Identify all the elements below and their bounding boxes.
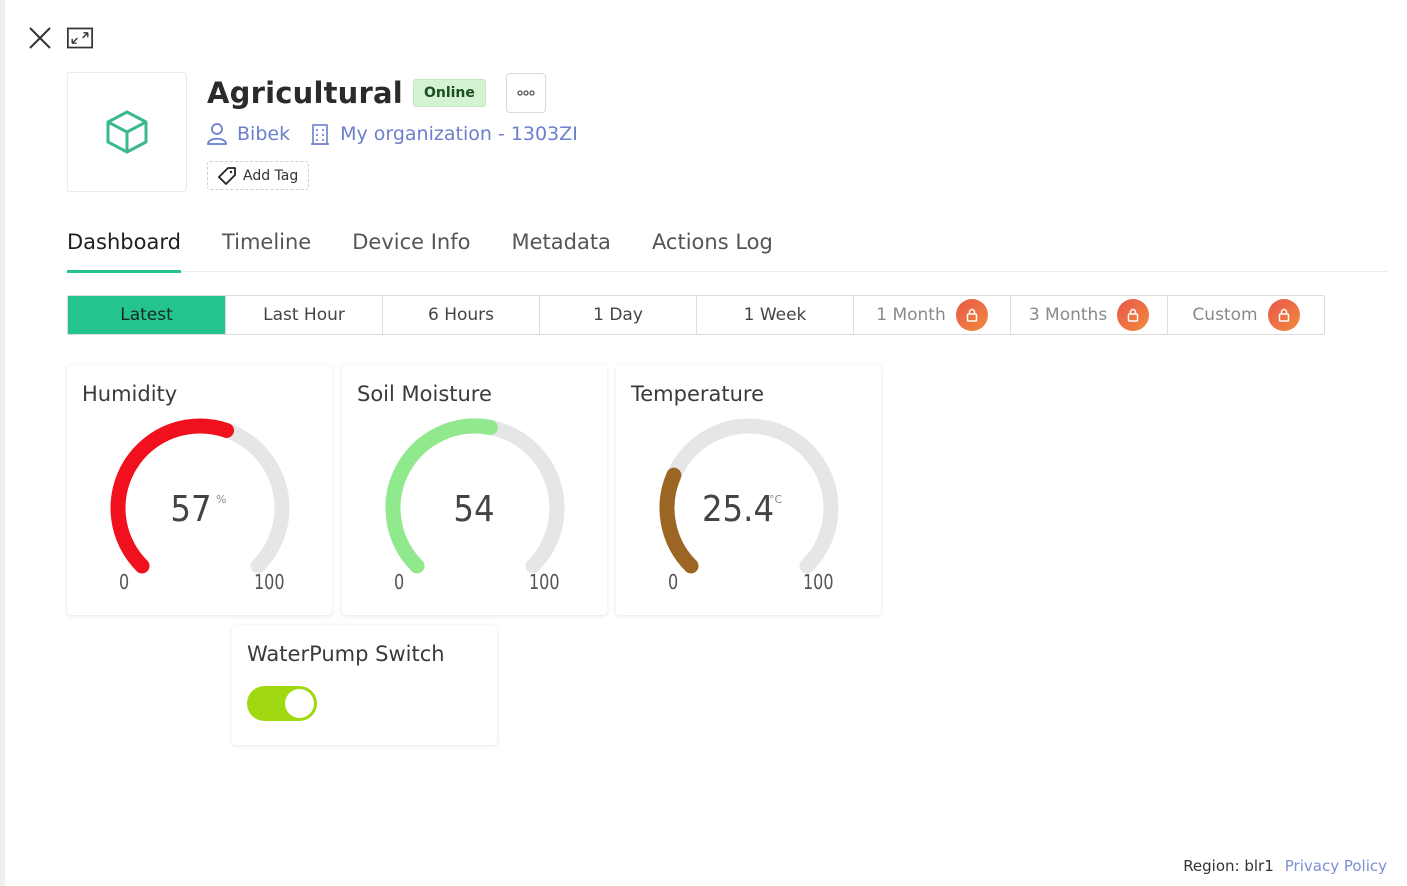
temperature-widget[interactable]: Temperature 25.4 °C 0 100: [616, 365, 881, 615]
gauge: 54: [385, 418, 565, 574]
range-1-month[interactable]: 1 Month: [853, 296, 1010, 334]
tag-icon: [218, 166, 236, 185]
gauge-unit: %: [216, 493, 226, 506]
user-icon: [207, 123, 227, 145]
tab-device-info[interactable]: Device Info: [352, 222, 470, 272]
expand-icon[interactable]: [67, 25, 93, 51]
tab-bar: Dashboard Timeline Device Info Metadata …: [67, 222, 1387, 273]
range-label: 1 Day: [593, 305, 643, 325]
range-3-months[interactable]: 3 Months: [1010, 296, 1167, 334]
lock-icon: [955, 299, 988, 331]
gauge-min: 0: [394, 570, 405, 594]
left-edge: [0, 0, 5, 886]
gauge-min: 0: [668, 570, 679, 594]
range-custom[interactable]: Custom: [1167, 296, 1324, 334]
organization-name: My organization - 1303ZI: [340, 123, 578, 145]
more-options-button[interactable]: [505, 73, 546, 113]
add-tag-button[interactable]: Add Tag: [207, 161, 310, 190]
lock-icon: [1117, 299, 1150, 331]
gauge-value: 54: [453, 489, 494, 530]
widget-title: WaterPump Switch: [247, 642, 445, 666]
gauge-max: 100: [254, 570, 285, 594]
waterpump-toggle[interactable]: [247, 686, 317, 721]
gauge-min: 0: [119, 570, 130, 594]
lock-icon: [1267, 299, 1300, 331]
close-icon[interactable]: [27, 25, 53, 51]
range-1-week[interactable]: 1 Week: [696, 296, 853, 334]
device-header: Agricultural Online: [207, 73, 546, 113]
gauge-value: 25.4: [702, 489, 774, 530]
owner-link[interactable]: Bibek: [207, 123, 290, 145]
gauge-value: 57: [170, 489, 211, 530]
cube-icon: [106, 110, 148, 154]
gauge-unit: °C: [769, 493, 783, 506]
tab-dashboard[interactable]: Dashboard: [67, 222, 181, 273]
range-label: 6 Hours: [427, 305, 495, 325]
toggle-knob: [285, 689, 314, 718]
tab-actions-log[interactable]: Actions Log: [652, 222, 773, 272]
gauge-max: 100: [529, 570, 560, 594]
humidity-widget[interactable]: Humidity 57 % 0 100: [67, 365, 332, 615]
range-latest[interactable]: Latest: [68, 296, 225, 334]
range-label: 1 Week: [743, 305, 807, 325]
device-icon-box: [67, 72, 187, 192]
range-label: Last Hour: [263, 305, 345, 325]
range-label: 3 Months: [1028, 305, 1108, 325]
privacy-policy-link[interactable]: Privacy Policy: [1285, 857, 1387, 875]
region-text: Region: blr1: [1183, 857, 1274, 875]
range-1-day[interactable]: 1 Day: [539, 296, 696, 334]
organization-link[interactable]: My organization - 1303ZI: [310, 123, 578, 145]
building-icon: [311, 124, 330, 145]
tab-metadata[interactable]: Metadata: [511, 222, 610, 272]
more-icon: [517, 90, 535, 96]
time-range-selector: Latest Last Hour 6 Hours 1 Day 1 Week 1 …: [67, 295, 1325, 335]
owner-name: Bibek: [237, 123, 291, 145]
tab-timeline[interactable]: Timeline: [222, 222, 311, 272]
gauge: 25.4 °C: [659, 418, 839, 574]
gauge-max: 100: [803, 570, 834, 594]
waterpump-switch-widget: WaterPump Switch: [232, 625, 497, 745]
soil-moisture-widget[interactable]: Soil Moisture 54 0 100: [342, 365, 607, 615]
gauge: 57 %: [110, 418, 290, 574]
window-controls: [27, 25, 93, 51]
status-badge: Online: [412, 79, 486, 107]
device-meta: Bibek My organization - 1303ZI: [207, 123, 578, 145]
footer: Region: blr1 Privacy Policy: [1183, 857, 1387, 875]
add-tag-label: Add Tag: [243, 167, 299, 184]
range-label: 1 Month: [876, 305, 946, 325]
range-last-hour[interactable]: Last Hour: [225, 296, 382, 334]
range-6-hours[interactable]: 6 Hours: [382, 296, 539, 334]
range-label: Custom: [1192, 305, 1258, 325]
device-name: Agricultural: [207, 76, 403, 110]
range-label: Latest: [120, 305, 173, 325]
gauge-fill: [659, 467, 699, 574]
